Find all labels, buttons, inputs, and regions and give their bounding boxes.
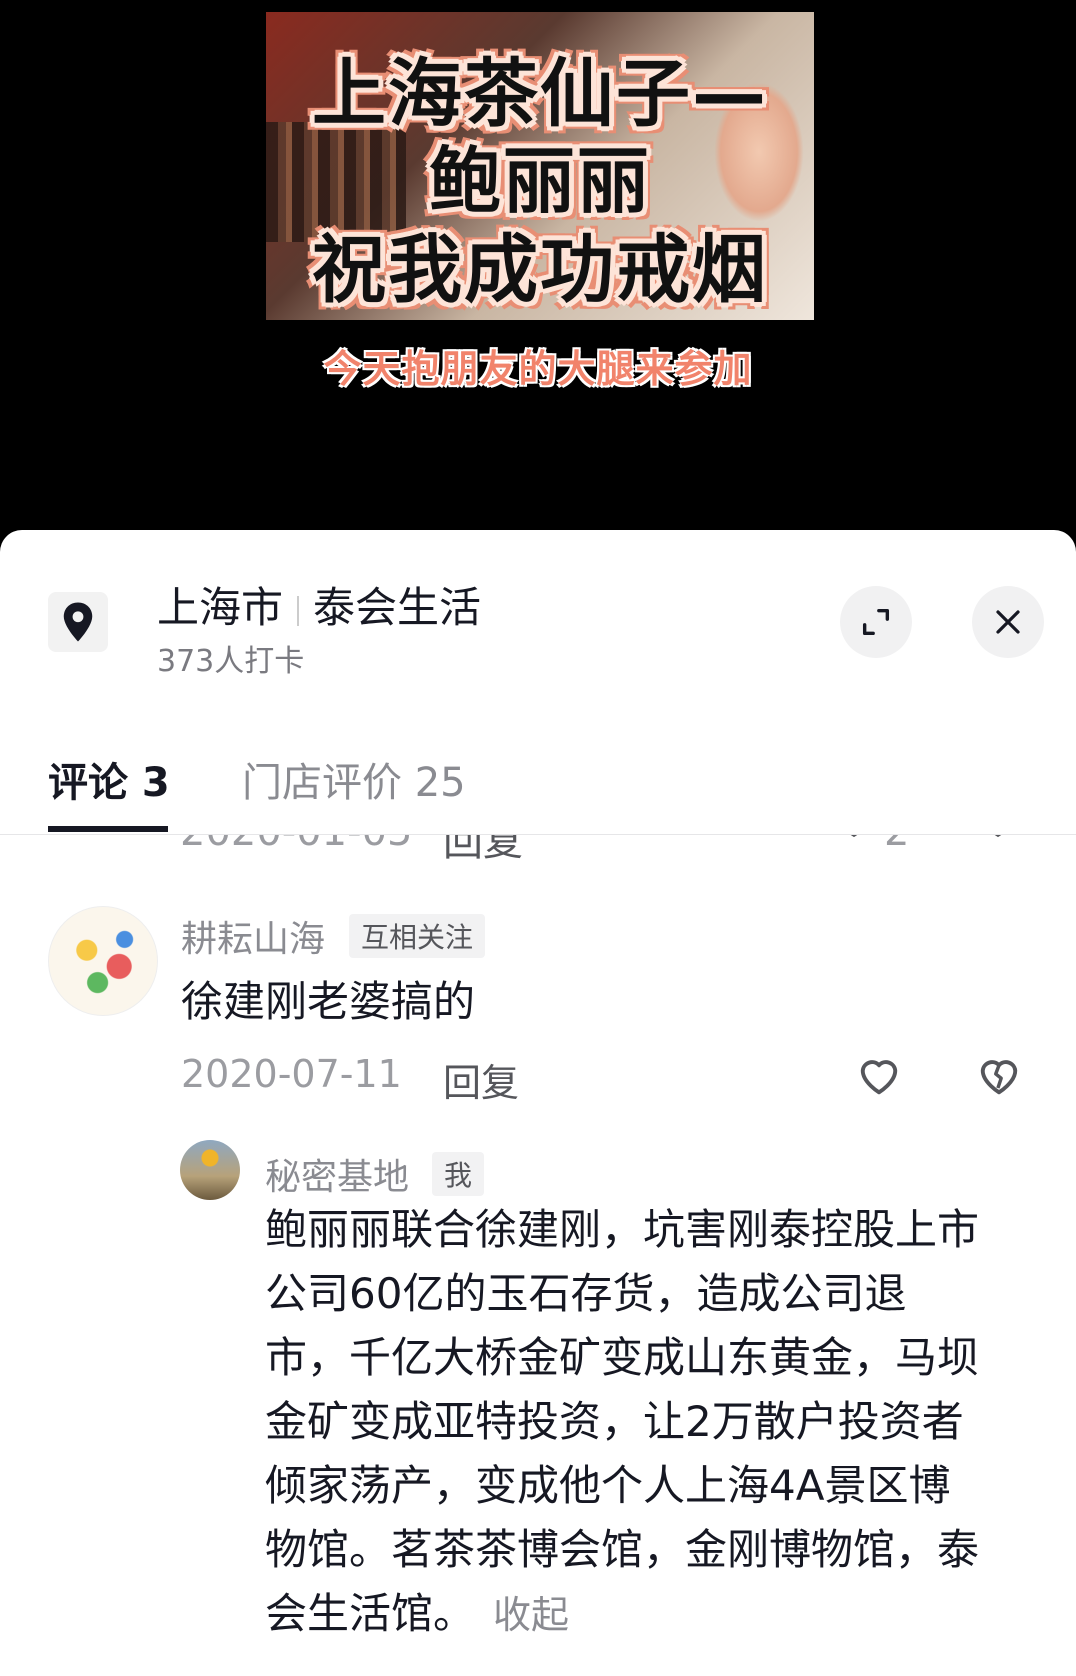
heart-icon xyxy=(860,1060,898,1095)
tab-bar: 评论 3 门店评价 25 xyxy=(0,730,1076,835)
title-divider xyxy=(297,595,300,626)
reply-text-line: 物馆。茗茶茶博会馆，金刚博物馆，泰 xyxy=(265,1525,980,1574)
mutual-follow-badge: 互相关注 xyxy=(349,914,486,958)
comment-text: 徐建刚老婆搞的 xyxy=(181,977,476,1026)
self-badge: 我 xyxy=(432,1152,485,1196)
previous-comment-meta: 2020-01-05 回复 2 xyxy=(0,835,1076,875)
location-place: 泰会生活 xyxy=(313,583,482,632)
checkin-count: 373人打卡 xyxy=(157,644,305,679)
close-icon xyxy=(996,610,1020,634)
video-subtitle: 今天抱朋友的大腿来参加 xyxy=(323,347,753,391)
previous-reply-button[interactable]: 回复 xyxy=(443,835,523,867)
reply-text-line-last: 会生活馆。 收起 xyxy=(265,1582,1055,1647)
location-pin-icon xyxy=(48,592,108,652)
location-title[interactable]: 上海市 泰会生活 xyxy=(157,574,481,635)
reply-text-line: 鲍丽丽联合徐建刚，坑害刚泰控股上市 xyxy=(265,1205,980,1254)
video-player[interactable]: 上海茶仙子— 鲍丽丽 祝我成功戒烟 今天抱朋友的大腿来参加 xyxy=(0,0,1076,540)
reply-text-line: 倾家荡产，变成他个人上海4A景区博 xyxy=(265,1461,951,1510)
active-tab-indicator xyxy=(48,826,168,832)
video-frame: 上海茶仙子— 鲍丽丽 祝我成功戒烟 xyxy=(266,12,814,320)
reply-text-line: 金矿变成亚特投资，让2万散户投资者 xyxy=(265,1397,964,1446)
comment-username[interactable]: 耕耘山海 xyxy=(181,910,325,962)
expand-button[interactable] xyxy=(840,586,912,658)
reply-text-line: 市，千亿大桥金矿变成山东黄金，马坝 xyxy=(265,1333,980,1382)
close-button[interactable] xyxy=(972,586,1044,658)
collapse-button[interactable]: 收起 xyxy=(493,1593,569,1637)
previous-like-icon[interactable] xyxy=(830,835,878,853)
tab-store-reviews[interactable]: 门店评价 25 xyxy=(242,750,466,808)
broken-heart-icon xyxy=(980,1060,1018,1095)
previous-dislike-icon[interactable] xyxy=(974,835,1022,853)
avatar[interactable] xyxy=(48,906,158,1016)
reply-text-line: 公司60亿的玉石存货，造成公司退 xyxy=(265,1269,907,1318)
video-title-line-3: 祝我成功戒烟 xyxy=(312,227,768,313)
like-button[interactable] xyxy=(852,1048,906,1102)
reply-text: 鲍丽丽联合徐建刚，坑害刚泰控股上市 公司60亿的玉石存货，造成公司退 市，千亿大… xyxy=(265,1198,1055,1647)
reply-avatar[interactable] xyxy=(180,1140,240,1200)
tab-comments[interactable]: 评论 3 xyxy=(48,750,170,808)
reply-text-end: 会生活馆。 xyxy=(265,1589,476,1638)
location-comments-sheet: 上海市泰会生活 373人打卡 评论 3 门店评价 25 2020-01-05 回… xyxy=(0,530,1076,1676)
dislike-button[interactable] xyxy=(972,1048,1026,1102)
location-city: 上海市 xyxy=(157,583,284,632)
comment-date: 2020-07-11 xyxy=(181,1052,402,1096)
expand-icon xyxy=(862,608,890,636)
reply-button[interactable]: 回复 xyxy=(443,1052,519,1107)
previous-like-count: 2 xyxy=(884,835,909,855)
reply-username[interactable]: 秘密基地 xyxy=(265,1148,409,1200)
previous-date: 2020-01-05 xyxy=(180,835,412,855)
